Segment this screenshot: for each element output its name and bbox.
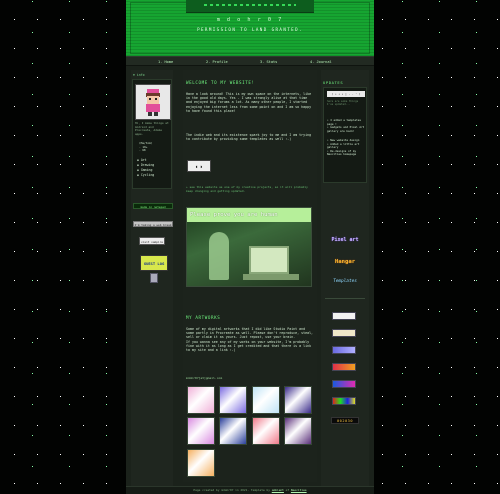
artwork-thumb[interactable] [187,386,215,414]
header-top-panel [186,0,314,13]
tv-pixel-icon: ◖ ◗ [187,160,211,172]
nav-home[interactable]: 1. Home [158,60,173,64]
pixel-art-link[interactable]: Pixel art [323,237,367,243]
right-sidebar: UPDATES ( • • • | - - ' ) here are some … [321,70,369,490]
web-button[interactable] [332,397,356,405]
banner-title: Please prove you are human [187,208,311,222]
alien-figure [209,232,229,280]
artwork-thumb[interactable] [252,386,280,414]
web-button[interactable] [332,329,356,337]
web-button[interactable] [332,363,356,371]
nav-profile[interactable]: 2. Profile [206,60,228,64]
artwork-thumb[interactable] [219,386,247,414]
stats-list: (He/him) - 19+ - UK [139,141,152,153]
web-button[interactable] [332,346,356,354]
robot-icon [150,273,158,283]
artwork-thumb[interactable] [219,417,247,445]
update-item: • Gadgets and Pixel Art gallery are back… [327,125,365,133]
artwork-thumb[interactable] [284,386,312,414]
hobby-item: ◆ Cycling [137,173,155,177]
hangar-link[interactable]: Hangar [323,259,367,265]
main-nav: 1. Home 2. Profile 3. Stats 4. Journal [126,56,374,66]
vampire-badge[interactable]: visit vampire [139,237,165,245]
updates-subtitle: here are some things I've updated... [327,100,359,107]
artwork-thumb[interactable] [187,449,215,477]
welcome-heading: WELCOME TO MY WEBSITE! [186,80,255,85]
made-in-notepad-badge[interactable]: made in notepad [133,203,173,209]
info-pane: Hi, I make things at Android and Procrea… [132,79,172,189]
stat-location: - UK [139,148,146,153]
artwork-thumb[interactable] [252,417,280,445]
updates-list: • I added a templates page ! • Gadgets a… [327,118,366,157]
footer-link-ambient[interactable]: ambient [272,488,284,492]
update-item: • Re-designs of my Neocities homepage [327,148,357,156]
artwork-thumb[interactable] [187,417,215,445]
updates-pane: ( • • • | - - ' ) here are some things I… [323,87,367,183]
hit-counter: 002030 [331,417,359,424]
update-note: ✦ see this website as one of my creative… [186,185,308,193]
footer-link-neocities[interactable]: Neocities [291,488,307,492]
desk [243,274,299,280]
site-container: m d o h r 0 7 PERMISSION TO LAND GRANTED… [126,0,374,494]
left-sidebar: ♦ info Hi, I make things at Android and … [131,70,173,490]
email-link[interactable]: mdohr07[at]gmail.com [186,376,222,380]
web-button[interactable] [332,312,356,320]
footer-of: of [285,488,290,492]
web-button[interactable] [332,380,356,388]
avatar-pixel-icon [146,89,160,116]
divider [325,298,365,299]
human-verification-banner: Please prove you are human [186,207,312,287]
welcome-paragraph-2: The indie web and its existence spark jo… [186,133,312,142]
footer: Page created by mdohr07 in 2021. Templat… [126,486,374,494]
bio-text: Hi, I make things at Android and Procrea… [135,121,169,136]
templates-link[interactable]: Templates [323,279,367,284]
footer-text: Page created by mdohr07 in 2021. Templat… [193,488,270,492]
artworks-paragraph: Some of my digital artworks that I did l… [186,327,314,353]
guest-log-button[interactable]: GUEST LOG [140,255,168,271]
computer-monitor [249,246,289,274]
status-box: ( • • • | - - ' ) [327,91,365,97]
main-content: WELCOME TO MY WEBSITE! Have a look aroun… [183,70,317,482]
avatar [135,84,171,120]
site-subtitle: PERMISSION TO LAND GRANTED. [197,27,303,32]
nav-journal[interactable]: 4. Journal [310,60,332,64]
web-break-badge[interactable]: I'm taking a web break [133,221,173,227]
updates-heading: UPDATES [323,80,344,85]
site-title: m d o h r 0 7 [216,17,284,23]
info-label: ♦ info [133,73,145,77]
welcome-paragraph-1: Have a look around! This is my own space… [186,92,312,113]
hobby-list: ◆ Art ◆ Drawing ◆ Gaming ◆ Cycling [137,158,154,178]
nav-stats[interactable]: 3. Stats [260,60,277,64]
header-banner: m d o h r 0 7 PERMISSION TO LAND GRANTED… [126,0,374,56]
artwork-thumb[interactable] [284,417,312,445]
artworks-heading: MY ARTWORKS [186,315,221,320]
